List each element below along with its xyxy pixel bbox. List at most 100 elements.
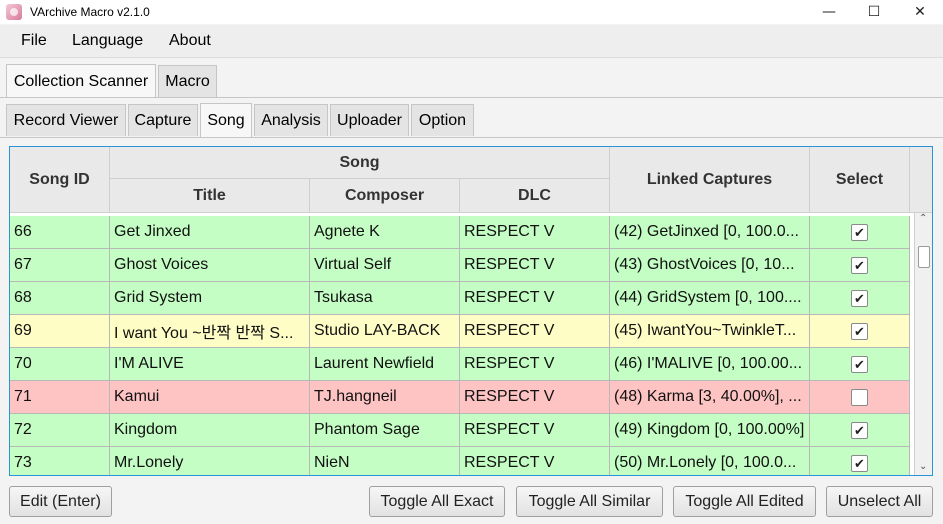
cell-select: ✔ — [810, 348, 910, 381]
menu-bar: File Language About — [0, 25, 943, 58]
scroll-thumb[interactable] — [918, 246, 930, 268]
cell-composer[interactable]: Agnete K — [310, 216, 460, 249]
minimize-icon[interactable]: — — [806, 0, 852, 24]
edit-button[interactable]: Edit (Enter) — [9, 486, 112, 517]
cell-linked-captures[interactable]: (49) Kingdom [0, 100.00%] — [610, 414, 810, 447]
tab-record-viewer[interactable]: Record Viewer — [6, 104, 126, 136]
cell-linked-captures[interactable]: (43) GhostVoices [0, 10... — [610, 249, 810, 282]
toggle-all-edited-button[interactable]: Toggle All Edited — [673, 486, 816, 517]
cell-select: ✔ — [810, 414, 910, 447]
header-select[interactable]: Select — [810, 147, 910, 213]
tab-option[interactable]: Option — [411, 104, 474, 136]
cell-composer[interactable]: Laurent Newfield — [310, 348, 460, 381]
cell-song-id[interactable]: 71 — [10, 381, 110, 414]
cell-song-id[interactable]: 72 — [10, 414, 110, 447]
cell-title[interactable]: Kingdom — [110, 414, 310, 447]
select-checkbox[interactable]: ✔ — [851, 223, 868, 241]
cell-linked-captures[interactable]: (46) I'MALIVE [0, 100.00... — [610, 348, 810, 381]
cell-title[interactable]: Ghost Voices — [110, 249, 310, 282]
close-icon[interactable]: ✕ — [897, 0, 943, 24]
cell-linked-captures[interactable]: (42) GetJinxed [0, 100.0... — [610, 216, 810, 249]
cell-select: ✔ — [810, 315, 910, 348]
cell-composer[interactable]: Phantom Sage — [310, 414, 460, 447]
header-song-id[interactable]: Song ID — [10, 147, 110, 213]
header-song-group: Song — [110, 147, 610, 179]
cell-song-id[interactable]: 68 — [10, 282, 110, 315]
select-checkbox[interactable]: ✔ — [851, 289, 868, 307]
maximize-icon[interactable]: ☐ — [851, 0, 897, 24]
cell-song-id[interactable]: 73 — [10, 447, 110, 475]
cell-select — [810, 381, 910, 414]
header-title[interactable]: Title — [110, 179, 310, 213]
select-checkbox[interactable]: ✔ — [851, 256, 868, 274]
cell-dlc[interactable]: RESPECT V — [460, 216, 610, 249]
window-title: VArchive Macro v2.1.0 — [30, 5, 150, 19]
table-row[interactable]: 73 Mr.Lonely NieN RESPECT V (50) Mr.Lonely [… — [10, 447, 910, 475]
cell-composer[interactable]: Virtual Self — [310, 249, 460, 282]
cell-title[interactable]: I'M ALIVE — [110, 348, 310, 381]
cell-linked-captures[interactable]: (45) IwantYou~TwinkleT... — [610, 315, 810, 348]
select-checkbox[interactable] — [851, 388, 868, 406]
cell-dlc[interactable]: RESPECT V — [460, 282, 610, 315]
table-row[interactable]: 72 Kingdom Phantom Sage RESPECT V (49) Kingd… — [10, 414, 910, 447]
cell-linked-captures[interactable]: (50) Mr.Lonely [0, 100.0... — [610, 447, 810, 475]
table-row[interactable]: 70 I'M ALIVE Laurent Newfield RESPECT V (46)… — [10, 348, 910, 381]
cell-dlc[interactable]: RESPECT V — [460, 249, 610, 282]
cell-linked-captures[interactable]: (48) Karma [3, 40.00%], ... — [610, 381, 810, 414]
cell-composer[interactable]: NieN — [310, 447, 460, 475]
cell-dlc[interactable]: RESPECT V — [460, 447, 610, 475]
cell-title[interactable]: Grid System — [110, 282, 310, 315]
toggle-all-similar-button[interactable]: Toggle All Similar — [516, 486, 663, 517]
cell-dlc[interactable]: RESPECT V — [460, 315, 610, 348]
cell-title[interactable]: I want You ~반짝 반짝 S... — [110, 315, 310, 348]
tab-analysis[interactable]: Analysis — [254, 104, 328, 136]
header-corner — [910, 147, 932, 213]
select-checkbox[interactable]: ✔ — [851, 355, 868, 373]
cell-song-id[interactable]: 69 — [10, 315, 110, 348]
cell-dlc[interactable]: RESPECT V — [460, 414, 610, 447]
select-checkbox[interactable]: ✔ — [851, 322, 868, 340]
unselect-all-button[interactable]: Unselect All — [826, 486, 933, 517]
cell-dlc[interactable]: RESPECT V — [460, 348, 610, 381]
cell-composer[interactable]: TJ.hangneil — [310, 381, 460, 414]
table-row[interactable]: 66 Get Jinxed Agnete K RESPECT V (42) GetJin… — [10, 216, 910, 249]
cell-select: ✔ — [810, 447, 910, 475]
vertical-scrollbar[interactable]: ⌃ ⌄ — [914, 213, 932, 475]
toggle-all-exact-button[interactable]: Toggle All Exact — [369, 486, 505, 517]
header-composer[interactable]: Composer — [310, 179, 460, 213]
tab-macro[interactable]: Macro — [158, 65, 217, 97]
title-bar: VArchive Macro v2.1.0 — [0, 0, 943, 24]
tab-collection-scanner[interactable]: Collection Scanner — [6, 64, 156, 98]
cell-song-id[interactable]: 67 — [10, 249, 110, 282]
header-linked-captures[interactable]: Linked Captures — [610, 147, 810, 213]
cell-select: ✔ — [810, 216, 910, 249]
cell-linked-captures[interactable]: (44) GridSystem [0, 100.... — [610, 282, 810, 315]
table-row[interactable]: 67 Ghost Voices Virtual Self RESPECT V (43) … — [10, 249, 910, 282]
cell-song-id[interactable]: 66 — [10, 216, 110, 249]
select-checkbox[interactable]: ✔ — [851, 454, 868, 472]
cell-title[interactable]: Kamui — [110, 381, 310, 414]
cell-title[interactable]: Mr.Lonely — [110, 447, 310, 475]
cell-select: ✔ — [810, 249, 910, 282]
table-row[interactable]: 68 Grid System Tsukasa RESPECT V (44) GridSy… — [10, 282, 910, 315]
cell-composer[interactable]: Studio LAY-BACK — [310, 315, 460, 348]
select-checkbox[interactable]: ✔ — [851, 421, 868, 439]
tab-uploader[interactable]: Uploader — [330, 104, 409, 136]
table-row[interactable]: 69 I want You ~반짝 반짝 S... Studio LAY-BACK R… — [10, 315, 910, 348]
cell-composer[interactable]: Tsukasa — [310, 282, 460, 315]
table-row[interactable]: 71 Kamui TJ.hangneil RESPECT V (48) Karma [3… — [10, 381, 910, 414]
header-dlc[interactable]: DLC — [460, 179, 610, 213]
menu-about[interactable]: About — [169, 32, 211, 50]
cell-title[interactable]: Get Jinxed — [110, 216, 310, 249]
scroll-down-icon[interactable]: ⌄ — [919, 461, 927, 472]
tab-capture[interactable]: Capture — [128, 104, 198, 136]
song-table[interactable]: Song ID Song Title Composer DLC Linked C… — [9, 146, 933, 476]
cell-song-id[interactable]: 70 — [10, 348, 110, 381]
tab-song[interactable]: Song — [200, 103, 252, 137]
cell-dlc[interactable]: RESPECT V — [460, 381, 610, 414]
main-tab-divider — [0, 97, 943, 98]
scroll-up-icon[interactable]: ⌃ — [919, 213, 927, 224]
app-logo-icon — [6, 4, 22, 20]
menu-file[interactable]: File — [21, 32, 47, 50]
menu-language[interactable]: Language — [72, 32, 143, 50]
